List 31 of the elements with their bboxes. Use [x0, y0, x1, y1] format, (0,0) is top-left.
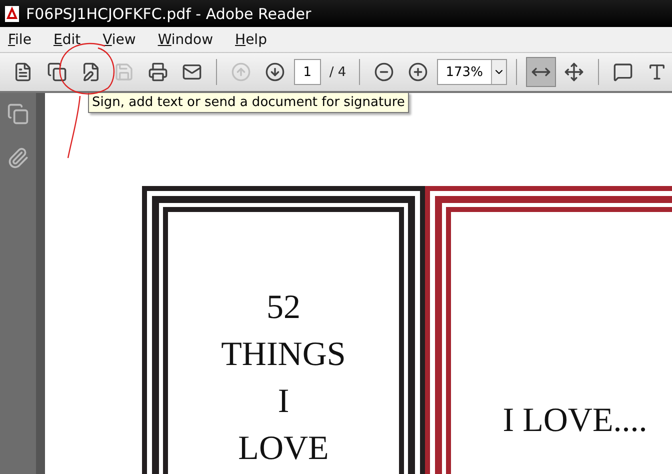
window-title: F06PSJ1HCJOFKFC.pdf - Adobe Reader: [26, 4, 312, 22]
fit-width-button[interactable]: [526, 57, 556, 87]
page-number-field[interactable]: 1: [294, 59, 322, 85]
speech-bubble-icon: [613, 62, 634, 82]
page-title-text: I LOVE....: [502, 401, 648, 441]
document-pen-icon: [80, 62, 101, 82]
menu-item[interactable]: Edit: [53, 32, 81, 48]
pages-icon[interactable]: [7, 103, 29, 125]
page-title-text: I: [278, 382, 290, 422]
page-title-text: LOVE: [238, 429, 329, 469]
zoom-dropdown-button[interactable]: [490, 60, 506, 84]
zoom-field[interactable]: 173%: [436, 59, 507, 85]
menu-item[interactable]: Window: [158, 32, 214, 48]
fit-page-icon: [564, 62, 584, 82]
up-arrow-circle-icon: [230, 62, 251, 82]
page-title-text: 52: [266, 288, 300, 328]
paperclip-icon[interactable]: [7, 147, 29, 169]
down-arrow-circle-icon: [264, 62, 285, 82]
tooltip: Sign, add text or send a document for signature: [88, 92, 409, 113]
envelope-icon: [182, 62, 202, 82]
print-icon: [148, 62, 168, 82]
plus-circle-icon: [408, 62, 428, 82]
page-title-text: THINGS: [221, 335, 346, 375]
menu-item[interactable]: Help: [235, 32, 267, 48]
page-count: / 4: [329, 64, 346, 80]
hand-drawn-line: [67, 96, 81, 158]
pdf-icon: [4, 4, 20, 22]
menu-item[interactable]: View: [102, 32, 136, 48]
menu-item[interactable]: File: [8, 32, 32, 48]
minus-circle-icon: [374, 62, 394, 82]
save-icon: [114, 62, 134, 82]
